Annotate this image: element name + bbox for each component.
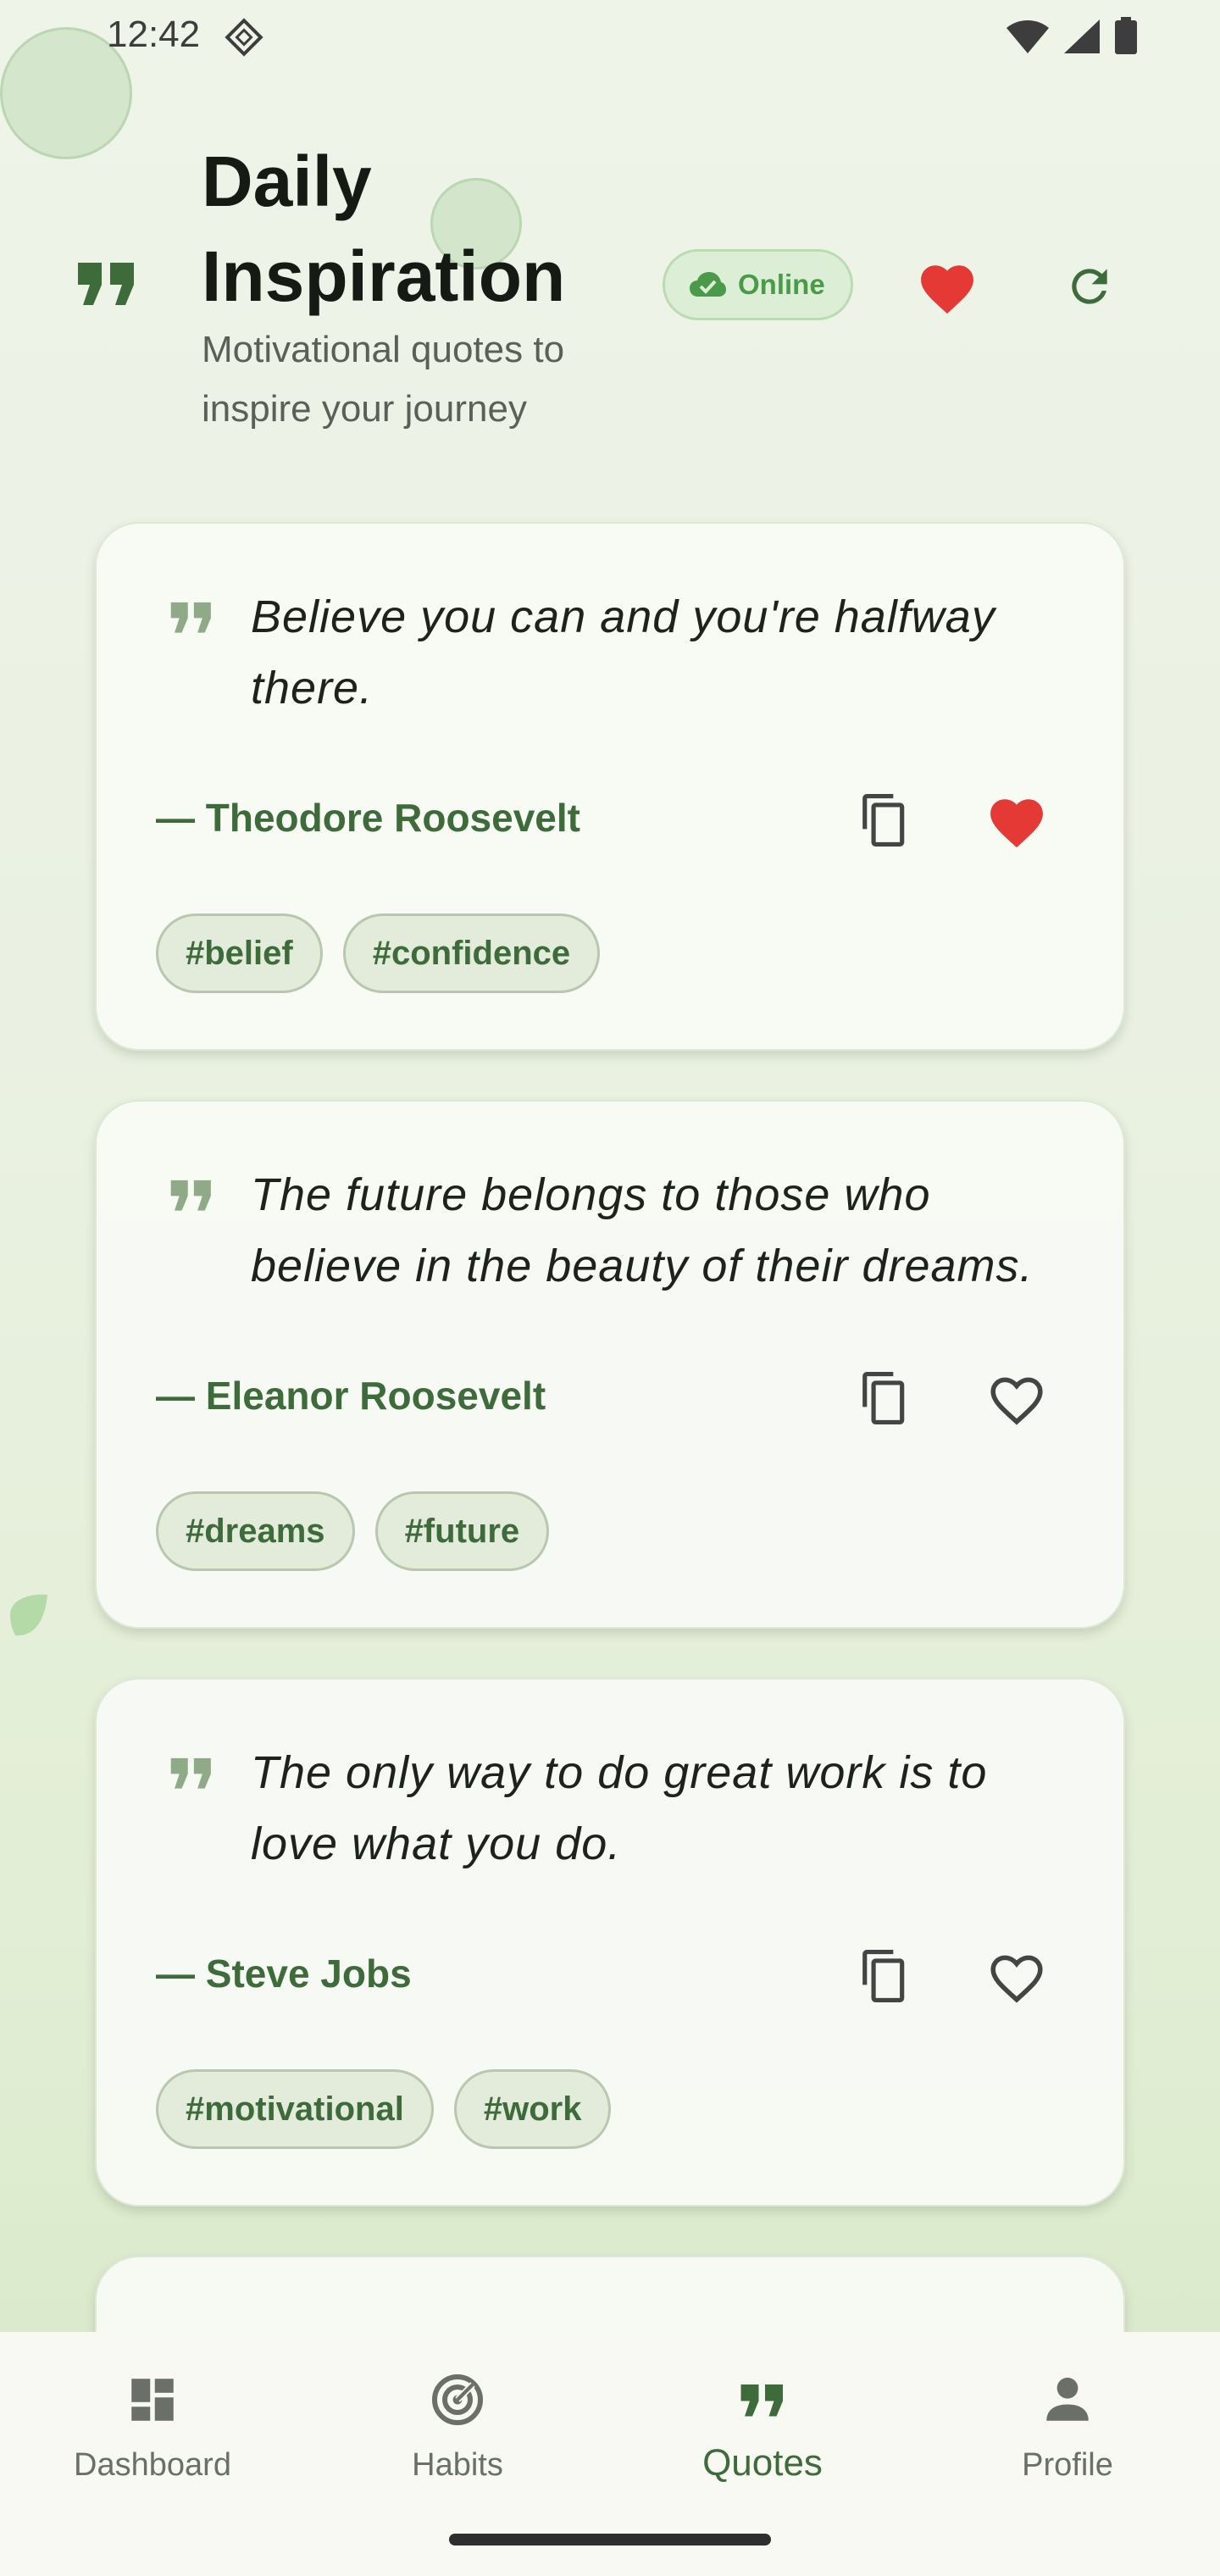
quote-card: Believe you can and you're halfway there… <box>95 522 1125 1051</box>
wifi-icon <box>1006 20 1049 53</box>
page-subtitle: Motivational quotes to inspire your jour… <box>202 329 565 430</box>
cloud-check-icon <box>690 272 726 297</box>
battery-icon <box>1115 17 1137 54</box>
quote-author: — Theodore Roosevelt <box>156 796 580 840</box>
refresh-button[interactable] <box>1051 247 1128 325</box>
favorites-button[interactable] <box>908 247 986 325</box>
nav-label: Dashboard <box>74 2447 231 2483</box>
tag-list: #motivational #work <box>156 2069 612 2149</box>
tag-list: #belief #confidence <box>156 913 601 993</box>
page-title: Daily Inspiration <box>202 142 566 316</box>
copy-icon <box>862 794 905 847</box>
quote-icon <box>78 263 134 305</box>
heart-filled-icon <box>921 265 973 314</box>
tag-chip[interactable]: #dreams <box>156 1491 355 1571</box>
quote-author: — Steve Jobs <box>156 1951 412 1996</box>
quote-author: — Eleanor Roosevelt <box>156 1374 546 1418</box>
home-indicator <box>449 2534 771 2545</box>
tag-chip[interactable]: #future <box>374 1491 550 1571</box>
quote-text: The future belongs to those who believe … <box>251 1169 1034 1291</box>
quote-mark-icon <box>170 602 211 633</box>
nav-item-dashboard[interactable]: Dashboard <box>0 2332 305 2510</box>
heart-filled-icon <box>990 799 1043 848</box>
nav-item-habits[interactable]: Habits <box>305 2332 610 2510</box>
copy-icon <box>862 1950 905 2002</box>
quote-mark-icon <box>170 1180 211 1211</box>
assistant-icon <box>225 18 263 57</box>
heart-outline-icon <box>990 1377 1043 1425</box>
quote-card: The future belongs to those who believe … <box>95 1100 1125 1629</box>
leaf-icon <box>10 1594 47 1636</box>
quote-text: The only way to do great work is to love… <box>251 1747 988 1869</box>
status-time: 12:42 <box>107 14 201 55</box>
heart-outline-icon <box>990 1955 1043 2003</box>
favorite-button[interactable] <box>974 778 1059 863</box>
nav-label: Habits <box>412 2447 503 2483</box>
online-label: Online <box>738 269 825 300</box>
quote-icon <box>740 2384 783 2417</box>
signal-icon <box>1064 19 1100 53</box>
person-icon <box>1046 2377 1089 2421</box>
tag-chip[interactable]: #motivational <box>156 2069 434 2149</box>
quote-card: The only way to do great work is to love… <box>95 1678 1125 2207</box>
favorite-button[interactable] <box>974 1934 1059 2018</box>
tag-list: #dreams #future <box>156 1491 550 1571</box>
nav-item-quotes[interactable]: Quotes <box>610 2332 915 2510</box>
status-bar: 12:42 <box>0 0 1220 71</box>
nav-label: Quotes <box>702 2442 823 2484</box>
quote-text: Believe you can and you're halfway there… <box>251 591 995 713</box>
nav-item-profile[interactable]: Profile <box>915 2332 1220 2510</box>
copy-icon <box>862 1372 905 1424</box>
dashboard-icon <box>131 2379 174 2421</box>
copy-button[interactable] <box>842 1934 927 2018</box>
refresh-icon <box>1072 269 1107 304</box>
copy-button[interactable] <box>842 778 927 863</box>
nav-label: Profile <box>1022 2447 1113 2483</box>
tag-chip[interactable]: #confidence <box>342 913 601 993</box>
tag-chip[interactable]: #work <box>453 2069 612 2149</box>
quote-mark-icon <box>170 1757 211 1789</box>
copy-button[interactable] <box>842 1356 927 1441</box>
online-status-badge: Online <box>663 249 853 320</box>
tag-chip[interactable]: #belief <box>156 913 323 993</box>
favorite-button[interactable] <box>974 1356 1059 1441</box>
target-icon <box>432 2374 483 2425</box>
